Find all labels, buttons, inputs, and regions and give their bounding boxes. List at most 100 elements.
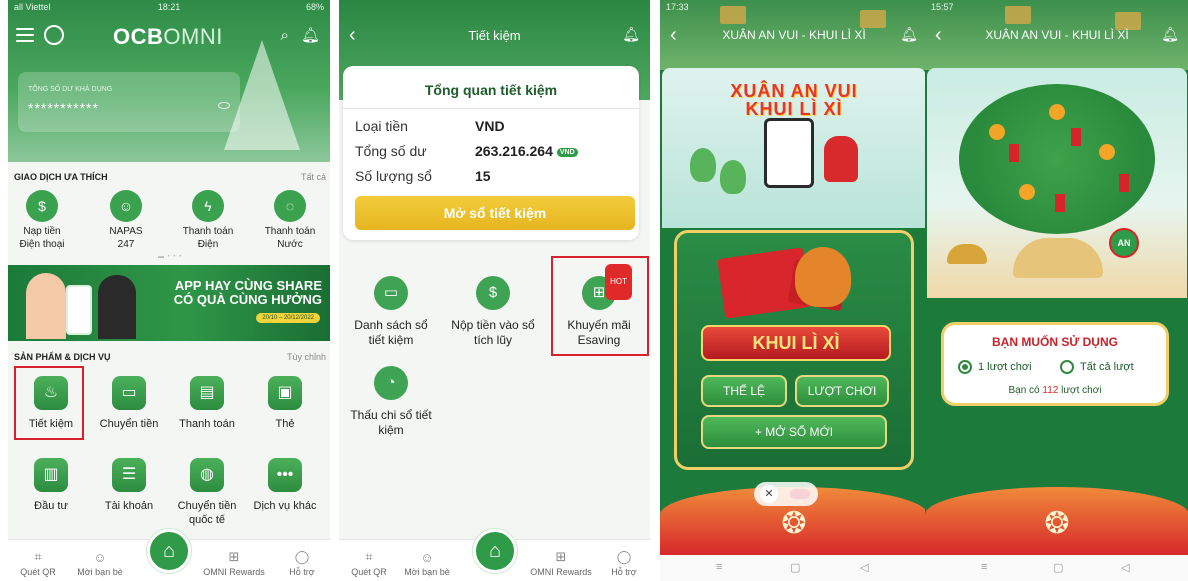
currency-badge: VND bbox=[556, 147, 578, 157]
page-title: Tiết kiệm bbox=[468, 28, 521, 43]
nav-scan-qr[interactable]: ⌗ Quét QR bbox=[8, 549, 68, 577]
promo-banner[interactable]: APP HAY CÙNG SHARE CÓ QUÀ CÙNG HƯỞNG 20/1… bbox=[8, 265, 330, 341]
topup-icon: $ bbox=[26, 190, 58, 222]
products-title: SẢN PHẨM & DỊCH VỤ bbox=[14, 352, 111, 362]
balance-value-masked: *********** bbox=[28, 100, 99, 116]
game-logo: XUÂN AN VUI KHUI LÌ XÌ bbox=[730, 81, 858, 119]
fortune-god-image bbox=[824, 136, 858, 182]
lucky-tree-scene: AN bbox=[927, 68, 1187, 298]
nav-rewards[interactable]: ⊞ OMNI Rewards bbox=[194, 549, 274, 577]
menu-icon[interactable] bbox=[16, 28, 34, 42]
open-savings-button[interactable]: Mở sổ tiết kiệm bbox=[355, 196, 635, 230]
product-label: Thẻ bbox=[275, 418, 295, 430]
balance-value: 263.216.264 VND bbox=[475, 143, 578, 159]
product-invest[interactable]: ▥ Đầu tư bbox=[16, 458, 86, 514]
page-title: XUÂN AN VUI - KHUI LÌ XÌ bbox=[722, 28, 866, 42]
product-intl-transfer[interactable]: ◍ Chuyển tiền quốc tế bbox=[172, 458, 242, 528]
turns-button[interactable]: LƯỢT CHƠI bbox=[795, 375, 889, 407]
red-envelope-tag bbox=[1119, 174, 1129, 192]
product-card[interactable]: ▣ Thẻ bbox=[250, 376, 320, 432]
mute-icon: ✕ bbox=[760, 485, 778, 503]
radio-one-turn[interactable] bbox=[958, 360, 972, 374]
favorites-all-link[interactable]: Tất cả bbox=[301, 172, 326, 182]
orange-fruit bbox=[1099, 144, 1115, 160]
nav-support[interactable]: ◯ Hỗ trợ bbox=[599, 549, 649, 577]
radio-all-turns[interactable] bbox=[1060, 360, 1074, 374]
service-label: Nộp tiền vào sổ tích lũy bbox=[451, 318, 535, 347]
status-bar: 17:33 bbox=[660, 0, 928, 16]
transfer-icon: ▭ bbox=[112, 376, 146, 410]
people-icon: ☺ bbox=[93, 550, 107, 565]
product-more[interactable]: ••• Dịch vụ khác bbox=[250, 458, 320, 514]
card-icon: ▣ bbox=[268, 376, 302, 410]
battery-text: 68% bbox=[305, 2, 324, 12]
back-system-icon[interactable]: ◁ bbox=[1121, 561, 1129, 574]
fav-label: Thanh toán Điện bbox=[182, 226, 234, 250]
count-value: 15 bbox=[475, 168, 491, 184]
back-system-icon[interactable]: ◁ bbox=[860, 561, 868, 574]
product-account[interactable]: ☰ Tài khoản bbox=[94, 458, 164, 514]
service-overdraft[interactable]: ◔ Thấu chi sổ tiết kiệm bbox=[345, 366, 437, 438]
home-system-icon[interactable]: ▢ bbox=[790, 561, 800, 574]
game-hero: XUÂN AN VUI KHUI LÌ XÌ bbox=[662, 68, 926, 228]
sound-toggle[interactable]: ✕ bbox=[754, 482, 818, 506]
game-header: 15:57 ‹ XUÂN AN VUI - KHUI LÌ XÌ 🔔︎ bbox=[925, 0, 1188, 70]
nav-invite[interactable]: ☺ Mời bạn bè bbox=[397, 550, 457, 577]
banner-person-image bbox=[98, 275, 136, 339]
product-label: Tài khoản bbox=[104, 500, 154, 512]
bell-icon[interactable]: 🔔︎ bbox=[1161, 26, 1179, 43]
lucky-knot-icon: ❂ bbox=[1044, 507, 1070, 540]
screen-home: all Viettel 18:21 68% OCBOMNI ⌕ 🔔︎ TỔNG S… bbox=[8, 0, 330, 581]
fav-napas[interactable]: ☺ NAPAS 247 bbox=[94, 190, 158, 251]
home-icon: ⌂ bbox=[162, 540, 176, 562]
home-icon: ⌂ bbox=[488, 540, 502, 562]
lucky-knot-icon: ❂ bbox=[781, 507, 807, 540]
qr-icon: ⌗ bbox=[365, 549, 373, 564]
rules-button[interactable]: THỂ LỆ bbox=[701, 375, 787, 407]
home-button[interactable]: ⌂ bbox=[473, 529, 517, 573]
recent-apps-icon[interactable]: ≡ bbox=[716, 561, 722, 573]
product-transfer[interactable]: ▭ Chuyển tiền bbox=[94, 376, 164, 432]
chat-icon: ◯ bbox=[616, 549, 632, 564]
fav-electric[interactable]: ϟ Thanh toán Điện bbox=[176, 190, 240, 251]
nav-invite[interactable]: ☺ Mời bạn bè bbox=[70, 550, 130, 577]
system-nav: ≡ ▢ ◁ bbox=[925, 555, 1188, 581]
balance-label: TỔNG SỐ DƯ KHẢ DỤNG bbox=[28, 86, 113, 93]
page-title: XUÂN AN VUI - KHUI LÌ XÌ bbox=[985, 28, 1129, 42]
open-new-book-button[interactable]: + MỞ SỔ MỚI bbox=[701, 415, 887, 449]
red-envelope-tag bbox=[1009, 144, 1019, 162]
nav-support[interactable]: ◯ Hỗ trợ bbox=[274, 549, 330, 577]
toggle-switch[interactable] bbox=[790, 489, 810, 499]
turns-remaining: Bạn có 112 lượt chơi bbox=[1008, 385, 1102, 396]
bell-icon[interactable]: 🔔︎ bbox=[622, 26, 640, 43]
service-savings-list[interactable]: ▭ Danh sách sổ tiết kiệm bbox=[345, 276, 437, 348]
gift-icon: ⊞ bbox=[228, 549, 240, 564]
game-panel: KHUI LÌ XÌ THỂ LỆ LƯỢT CHƠI + MỞ SỔ MỚI bbox=[674, 230, 914, 470]
fav-topup[interactable]: $ Nạp tiền Điện thoại bbox=[10, 190, 74, 251]
recent-apps-icon[interactable]: ≡ bbox=[981, 561, 987, 573]
an-mascot-ball: AN bbox=[1109, 228, 1139, 258]
balance-card: TỔNG SỐ DƯ KHẢ DỤNG *********** bbox=[18, 72, 240, 132]
people-icon: ☺ bbox=[420, 550, 434, 565]
carrier-text: all Viettel bbox=[14, 2, 51, 12]
bell-icon[interactable]: 🔔︎ bbox=[900, 26, 918, 43]
product-payment[interactable]: ▤ Thanh toán bbox=[172, 376, 242, 432]
service-deposit[interactable]: $ Nộp tiền vào sổ tích lũy bbox=[447, 276, 539, 348]
screen-game-choose: 15:57 ‹ XUÂN AN VUI - KHUI LÌ XÌ 🔔︎ AN B… bbox=[925, 0, 1188, 581]
bell-icon[interactable]: 🔔︎ bbox=[301, 27, 320, 44]
products-customize-link[interactable]: Tùy chỉnh bbox=[287, 352, 326, 362]
home-button[interactable]: ⌂ bbox=[147, 529, 191, 573]
more-icon: ••• bbox=[268, 458, 302, 492]
fav-water[interactable]: ◌ Thanh toán Nước bbox=[258, 190, 322, 251]
clock-text: 15:57 bbox=[931, 2, 954, 12]
eye-icon[interactable] bbox=[218, 102, 230, 109]
currency-value: VND bbox=[475, 118, 505, 134]
home-system-icon[interactable]: ▢ bbox=[1053, 561, 1063, 574]
open-lixi-button[interactable]: KHUI LÌ XÌ bbox=[701, 325, 891, 361]
highlight-box bbox=[551, 256, 649, 356]
screen-savings: ‹ Tiết kiệm 🔔︎ Tổng quan tiết kiệm Loại … bbox=[339, 0, 650, 581]
kumquat-tree-image bbox=[959, 84, 1155, 234]
nav-rewards[interactable]: ⊞ OMNI Rewards bbox=[521, 549, 601, 577]
product-label: Dịch vụ khác bbox=[253, 500, 317, 512]
nav-scan-qr[interactable]: ⌗ Quét QR bbox=[339, 549, 399, 577]
